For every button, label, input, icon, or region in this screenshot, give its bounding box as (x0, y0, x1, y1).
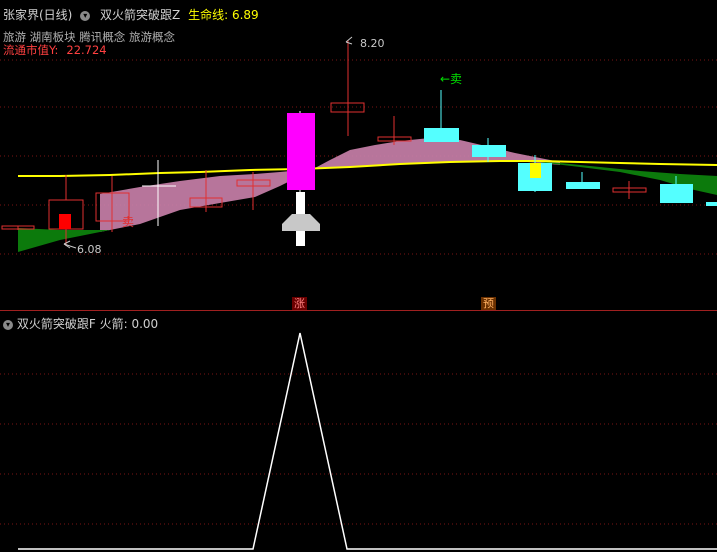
sell-signal-label-1: 卖 (122, 215, 134, 229)
low-price-label: 6.08 (77, 243, 102, 256)
limit-up-marker: 涨 (292, 297, 307, 310)
lifeline-value: 6.89 (231, 8, 259, 22)
sub-indicator-menu-icon[interactable]: ▾ (3, 319, 13, 330)
lifeline-label: 生命线: (188, 8, 229, 22)
rocket-value-label: 火箭: (99, 317, 128, 331)
sub-panel-legend: ▾ 双火箭突破跟F 火箭: 0.00 (3, 315, 158, 332)
kline-chart-canvas[interactable]: 8.20 6.08 卖 ←卖 (0, 0, 717, 552)
market-cap-value: 22.724 (66, 43, 107, 57)
indicator-menu-icon[interactable]: ▾ (80, 10, 91, 21)
stock-title: 张家界(日线) (3, 8, 73, 22)
forecast-marker: 预 (481, 297, 496, 310)
rocket-value: 0.00 (131, 317, 159, 331)
sell-signal-label-2: ←卖 (440, 72, 462, 86)
main-panel-legend: 张家界(日线) ▾ 双火箭突破跟Z 生命线: 6.89 (3, 8, 259, 22)
market-cap-label: 流通市值Y: (3, 43, 59, 57)
sub-indicator-name[interactable]: 双火箭突破跟F (17, 317, 96, 331)
rocket-indicator-line (18, 332, 717, 550)
market-cap: 流通市值Y: 22.724 (3, 42, 107, 58)
sub-grid (0, 373, 717, 525)
indicator-name[interactable]: 双火箭突破跟Z (100, 8, 180, 22)
high-price-label: 8.20 (360, 37, 385, 50)
